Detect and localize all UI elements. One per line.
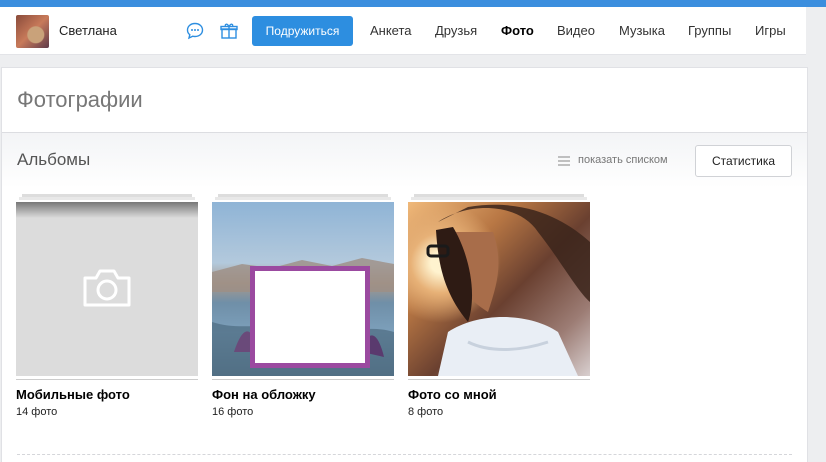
album-underline (212, 379, 394, 380)
cover-overlay-frame (250, 266, 370, 368)
album-card[interactable]: Фото со мной 8 фото (408, 194, 590, 424)
profile-header: Светлана Подружиться Анкета Друзья Фото … (0, 7, 806, 55)
gift-icon[interactable] (219, 21, 239, 41)
nav-photos[interactable]: Фото (501, 23, 534, 38)
message-icon[interactable] (185, 21, 205, 41)
album-name[interactable]: Фон на обложку (212, 387, 316, 402)
top-color-strip (0, 0, 826, 7)
nav-profile[interactable]: Анкета (370, 23, 412, 38)
album-underline (408, 379, 590, 380)
nav-video[interactable]: Видео (557, 23, 595, 38)
album-stack-edge (19, 197, 195, 200)
user-name[interactable]: Светлана (59, 23, 117, 38)
album-cover[interactable] (408, 202, 590, 376)
album-cover[interactable] (16, 202, 198, 376)
album-card[interactable]: Фон на обложку 16 фото (212, 194, 394, 424)
albums-title: Альбомы (17, 150, 91, 169)
album-name[interactable]: Фото со мной (408, 387, 497, 402)
albums-subheader (2, 133, 807, 188)
nav-groups[interactable]: Группы (688, 23, 731, 38)
album-underline (16, 379, 198, 380)
avatar[interactable] (16, 15, 49, 48)
add-friend-button[interactable]: Подружиться (252, 16, 353, 46)
album-photo-count: 8 фото (408, 406, 444, 418)
album-card[interactable]: Мобильные фото 14 фото (16, 194, 198, 424)
album-cover[interactable] (212, 202, 394, 376)
nav-friends[interactable]: Друзья (435, 23, 477, 38)
album-stack-edge (215, 197, 391, 200)
camera-icon (81, 268, 133, 313)
list-icon[interactable] (558, 154, 570, 166)
show-as-list-link[interactable]: показать списком (578, 154, 668, 166)
page-title: Фотографии (17, 87, 143, 112)
photos-panel: Фотографии Альбомы показать списком Стат… (1, 67, 808, 462)
nav-games[interactable]: Игры (755, 23, 786, 38)
statistics-button[interactable]: Статистика (695, 145, 792, 177)
album-name[interactable]: Мобильные фото (16, 387, 130, 402)
album-photo-count: 16 фото (212, 406, 254, 418)
album-photo-count: 14 фото (16, 406, 58, 418)
divider (17, 454, 792, 455)
nav-music[interactable]: Музыка (619, 23, 665, 38)
album-stack-edge (411, 197, 587, 200)
